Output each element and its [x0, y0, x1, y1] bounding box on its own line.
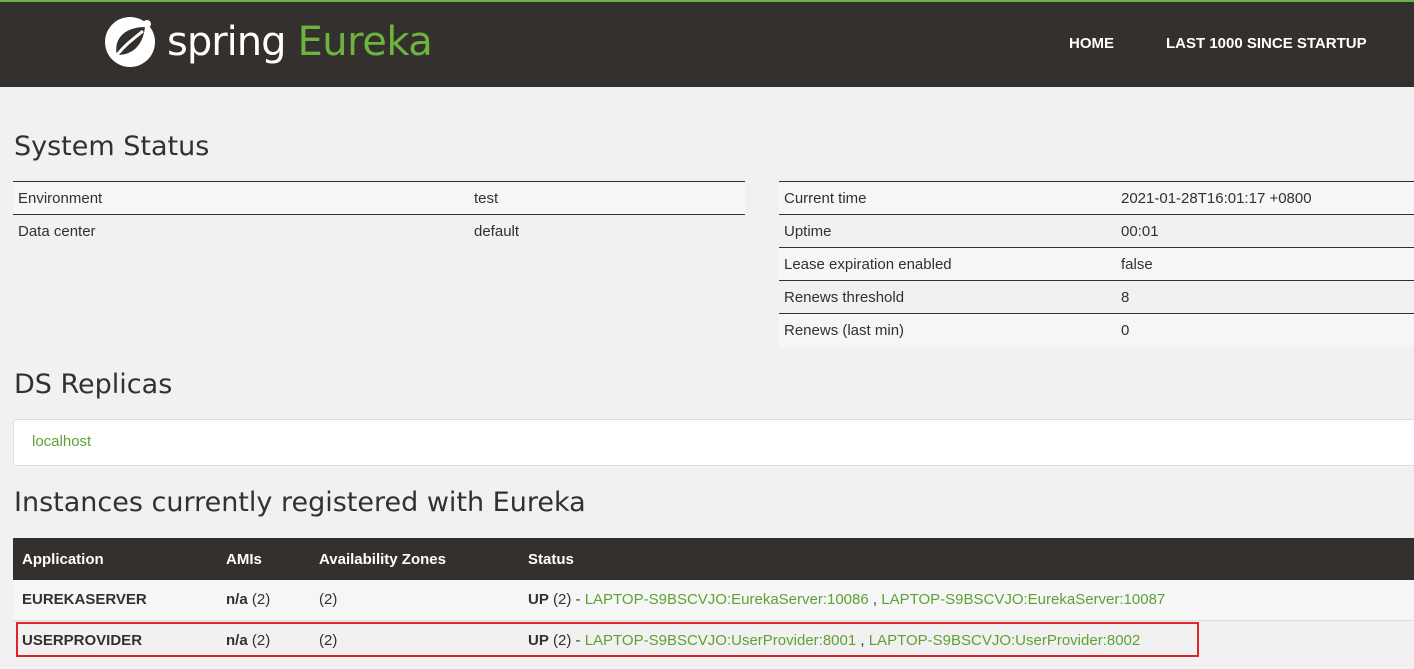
instances-table: Application AMIs Availability Zones Stat…	[13, 538, 1414, 660]
link-separator: ,	[856, 631, 869, 649]
instances-heading: Instances currently registered with Eure…	[14, 487, 586, 518]
zones-cell: (2)	[310, 620, 519, 660]
status-up: UP	[528, 631, 549, 649]
status-key: Data center	[18, 222, 96, 240]
brand-spring-text: spring	[167, 19, 287, 65]
system-status-right-table: Current time 2021-01-28T16:01:17 +0800 U…	[779, 181, 1414, 347]
ds-replicas-panel: localhost	[13, 419, 1414, 466]
table-row: Data center default	[13, 215, 745, 248]
table-row: Current time 2021-01-28T16:01:17 +0800	[779, 181, 1414, 215]
table-row: Environment test	[13, 181, 745, 215]
link-separator: ,	[868, 591, 882, 609]
status-value: 0	[1116, 313, 1414, 347]
status-key: Lease expiration enabled	[779, 247, 1116, 281]
status-count: (2) -	[548, 631, 585, 649]
brand-eureka-text: Eureka	[297, 19, 433, 65]
status-count: (2) -	[548, 591, 585, 609]
status-value: default	[474, 222, 520, 240]
amis-cell: n/a (2)	[217, 580, 310, 621]
system-status-left-table: Environment test Data center default	[13, 181, 745, 248]
status-value: 00:01	[1116, 214, 1414, 248]
status-cell: UP (2) - LAPTOP-S9BSCVJO:UserProvider:80…	[519, 620, 1414, 660]
status-key: Renews threshold	[779, 280, 1116, 314]
nav-home-link[interactable]: HOME	[1069, 35, 1114, 52]
amis-count: (2)	[247, 591, 271, 609]
status-key: Current time	[779, 181, 1116, 215]
amis-value: n/a	[226, 591, 248, 609]
status-key: Uptime	[779, 214, 1116, 248]
status-key: Renews (last min)	[779, 313, 1116, 347]
amis-cell: n/a (2)	[217, 620, 310, 660]
status-value: 8	[1116, 280, 1414, 314]
table-row: Renews (last min) 0	[779, 313, 1414, 347]
column-header-status: Status	[519, 538, 1414, 580]
status-value: 2021-01-28T16:01:17 +0800	[1116, 181, 1414, 215]
ds-replicas-heading: DS Replicas	[14, 369, 173, 400]
application-name: EUREKASERVER	[13, 580, 217, 621]
instance-link[interactable]: LAPTOP-S9BSCVJO:EurekaServer:10086	[585, 591, 869, 608]
instance-link[interactable]: LAPTOP-S9BSCVJO:UserProvider:8002	[869, 632, 1141, 649]
navbar: spring Eureka HOME LAST 1000 SINCE START…	[0, 0, 1414, 87]
instance-link[interactable]: LAPTOP-S9BSCVJO:EurekaServer:10087	[881, 591, 1165, 608]
table-row: USERPROVIDER n/a (2) (2) UP (2) - LAPTOP…	[13, 620, 1414, 660]
amis-value: n/a	[226, 631, 248, 649]
column-header-application: Application	[13, 538, 217, 580]
amis-count: (2)	[247, 631, 271, 649]
status-value: test	[469, 181, 745, 215]
spring-leaf-icon	[105, 17, 155, 67]
system-status-heading: System Status	[14, 131, 210, 162]
table-row: Lease expiration enabled false	[779, 247, 1414, 281]
status-key: Environment	[13, 181, 469, 215]
nav-last1000-link[interactable]: LAST 1000 SINCE STARTUP	[1166, 35, 1367, 52]
column-header-zones: Availability Zones	[310, 538, 519, 580]
replica-link[interactable]: localhost	[32, 433, 91, 450]
status-cell: UP (2) - LAPTOP-S9BSCVJO:EurekaServer:10…	[519, 580, 1414, 621]
brand-logo[interactable]: spring Eureka	[103, 15, 433, 69]
column-header-amis: AMIs	[217, 538, 310, 580]
instance-link[interactable]: LAPTOP-S9BSCVJO:UserProvider:8001	[585, 632, 857, 649]
table-row: Renews threshold 8	[779, 280, 1414, 314]
table-row: EUREKASERVER n/a (2) (2) UP (2) - LAPTOP…	[13, 580, 1414, 621]
zones-cell: (2)	[310, 580, 519, 621]
table-row: Uptime 00:01	[779, 214, 1414, 248]
application-name: USERPROVIDER	[13, 620, 217, 660]
status-up: UP	[528, 591, 549, 609]
table-header-row: Application AMIs Availability Zones Stat…	[13, 538, 1414, 580]
status-value: false	[1116, 247, 1414, 281]
